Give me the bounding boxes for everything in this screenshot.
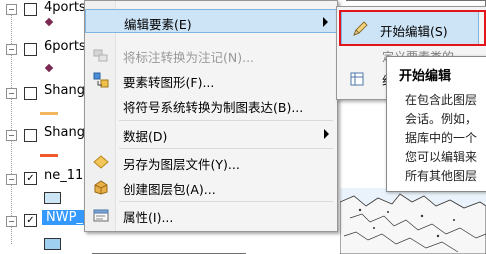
menu-item-label: 创建图层包(A)... — [123, 182, 216, 197]
menu-item-label: 另存为图层文件(Y)... — [123, 157, 240, 172]
point-symbol — [44, 17, 54, 27]
menu-item-convert-symbology[interactable]: 将符号系统转换为制图表达(B)... — [85, 93, 337, 117]
menu-item-label: 将符号系统转换为制图表达(B)... — [123, 100, 304, 115]
layers-panel: − 4ports − 6ports − Shang − Shang − ✓ ne… — [0, 0, 124, 254]
tooltip-body: 在包含此图层 会话。例如， 据库中的一个 您可以编辑来 所有其他图层 — [405, 91, 486, 186]
layer-file-icon — [93, 155, 109, 169]
menu-item-convert-labels[interactable]: 将标注转换为注记(N)... — [85, 43, 337, 67]
point-symbol — [44, 63, 54, 73]
map-view[interactable] — [340, 188, 486, 254]
menu-item-features-to-graphics[interactable]: 要素转图形(F)... — [85, 68, 337, 92]
tooltip-line: 据库中的一个 — [405, 131, 478, 145]
line-symbol — [40, 112, 58, 115]
start-editing-tooltip: 开始编辑 在包含此图层 会话。例如， 据库中的一个 您可以编辑来 所有其他图层 — [386, 56, 486, 192]
convert-labels-icon — [93, 49, 108, 62]
menu-item-data[interactable]: 数据(D) — [85, 122, 337, 146]
line-symbol — [40, 154, 58, 157]
tooltip-line: 在包含此图层 — [405, 93, 478, 107]
polygon-symbol — [44, 238, 61, 250]
map-coastline — [340, 188, 486, 254]
tooltip-title: 开始编辑 — [399, 69, 452, 84]
layer-checkbox[interactable]: ✓ — [24, 172, 37, 185]
layer-name[interactable]: Shang — [44, 125, 85, 140]
expand-toggle[interactable]: − — [6, 216, 17, 227]
expand-toggle[interactable]: − — [6, 130, 17, 141]
menu-item-save-layer-file[interactable]: 另存为图层文件(Y)... — [85, 150, 337, 174]
tooltip-line: 您可以编辑来 — [405, 150, 478, 164]
layer-checkbox[interactable] — [24, 43, 37, 56]
menu-item-create-layer-package[interactable]: 创建图层包(A)... — [85, 175, 337, 199]
tooltip-line: 会话。例如， — [405, 112, 478, 126]
menu-separator — [119, 120, 333, 121]
layer-checkbox[interactable] — [24, 87, 37, 100]
table-icon — [350, 72, 364, 86]
expand-toggle[interactable]: − — [6, 174, 17, 185]
polygon-symbol — [44, 192, 61, 204]
properties-icon — [93, 209, 109, 222]
menu-separator — [119, 201, 333, 202]
submenu-arrow-icon — [323, 17, 328, 27]
menu-item-label: 要素转图形(F)... — [123, 75, 215, 90]
layer-checkbox[interactable]: ✓ — [24, 214, 37, 227]
expand-toggle[interactable]: − — [6, 4, 17, 15]
menu-item-edit-features[interactable]: 编辑要素(E) — [85, 9, 337, 33]
menu-item-label: 将标注转换为注记(N)... — [123, 50, 255, 65]
layer-context-menu: 编辑要素(E) 将标注转换为注记(N)... 要素转图形(F)... 将符号系统… — [84, 0, 338, 232]
highlight-annotation-box — [339, 10, 486, 46]
menu-item-label: 编辑要素(E) — [124, 17, 192, 32]
submenu-arrow-icon — [324, 129, 329, 139]
menu-separator — [119, 148, 333, 149]
layer-checkbox[interactable] — [24, 129, 37, 142]
menu-item-properties[interactable]: 属性(I)... — [85, 203, 337, 227]
menu-item-label: 属性(I)... — [123, 210, 174, 225]
layer-name[interactable]: 6ports — [44, 39, 86, 54]
layer-package-icon — [94, 180, 108, 195]
tooltip-line: 所有其他图层 — [405, 169, 478, 183]
expand-toggle[interactable]: − — [6, 44, 17, 55]
layer-name[interactable]: 4ports — [44, 0, 86, 15]
menu-item-label: 数据(D) — [123, 129, 168, 144]
layer-checkbox[interactable] — [24, 3, 37, 16]
expand-toggle[interactable]: − — [6, 88, 17, 99]
layer-name[interactable]: Shang — [44, 83, 85, 98]
features-to-graphics-icon — [93, 72, 109, 88]
